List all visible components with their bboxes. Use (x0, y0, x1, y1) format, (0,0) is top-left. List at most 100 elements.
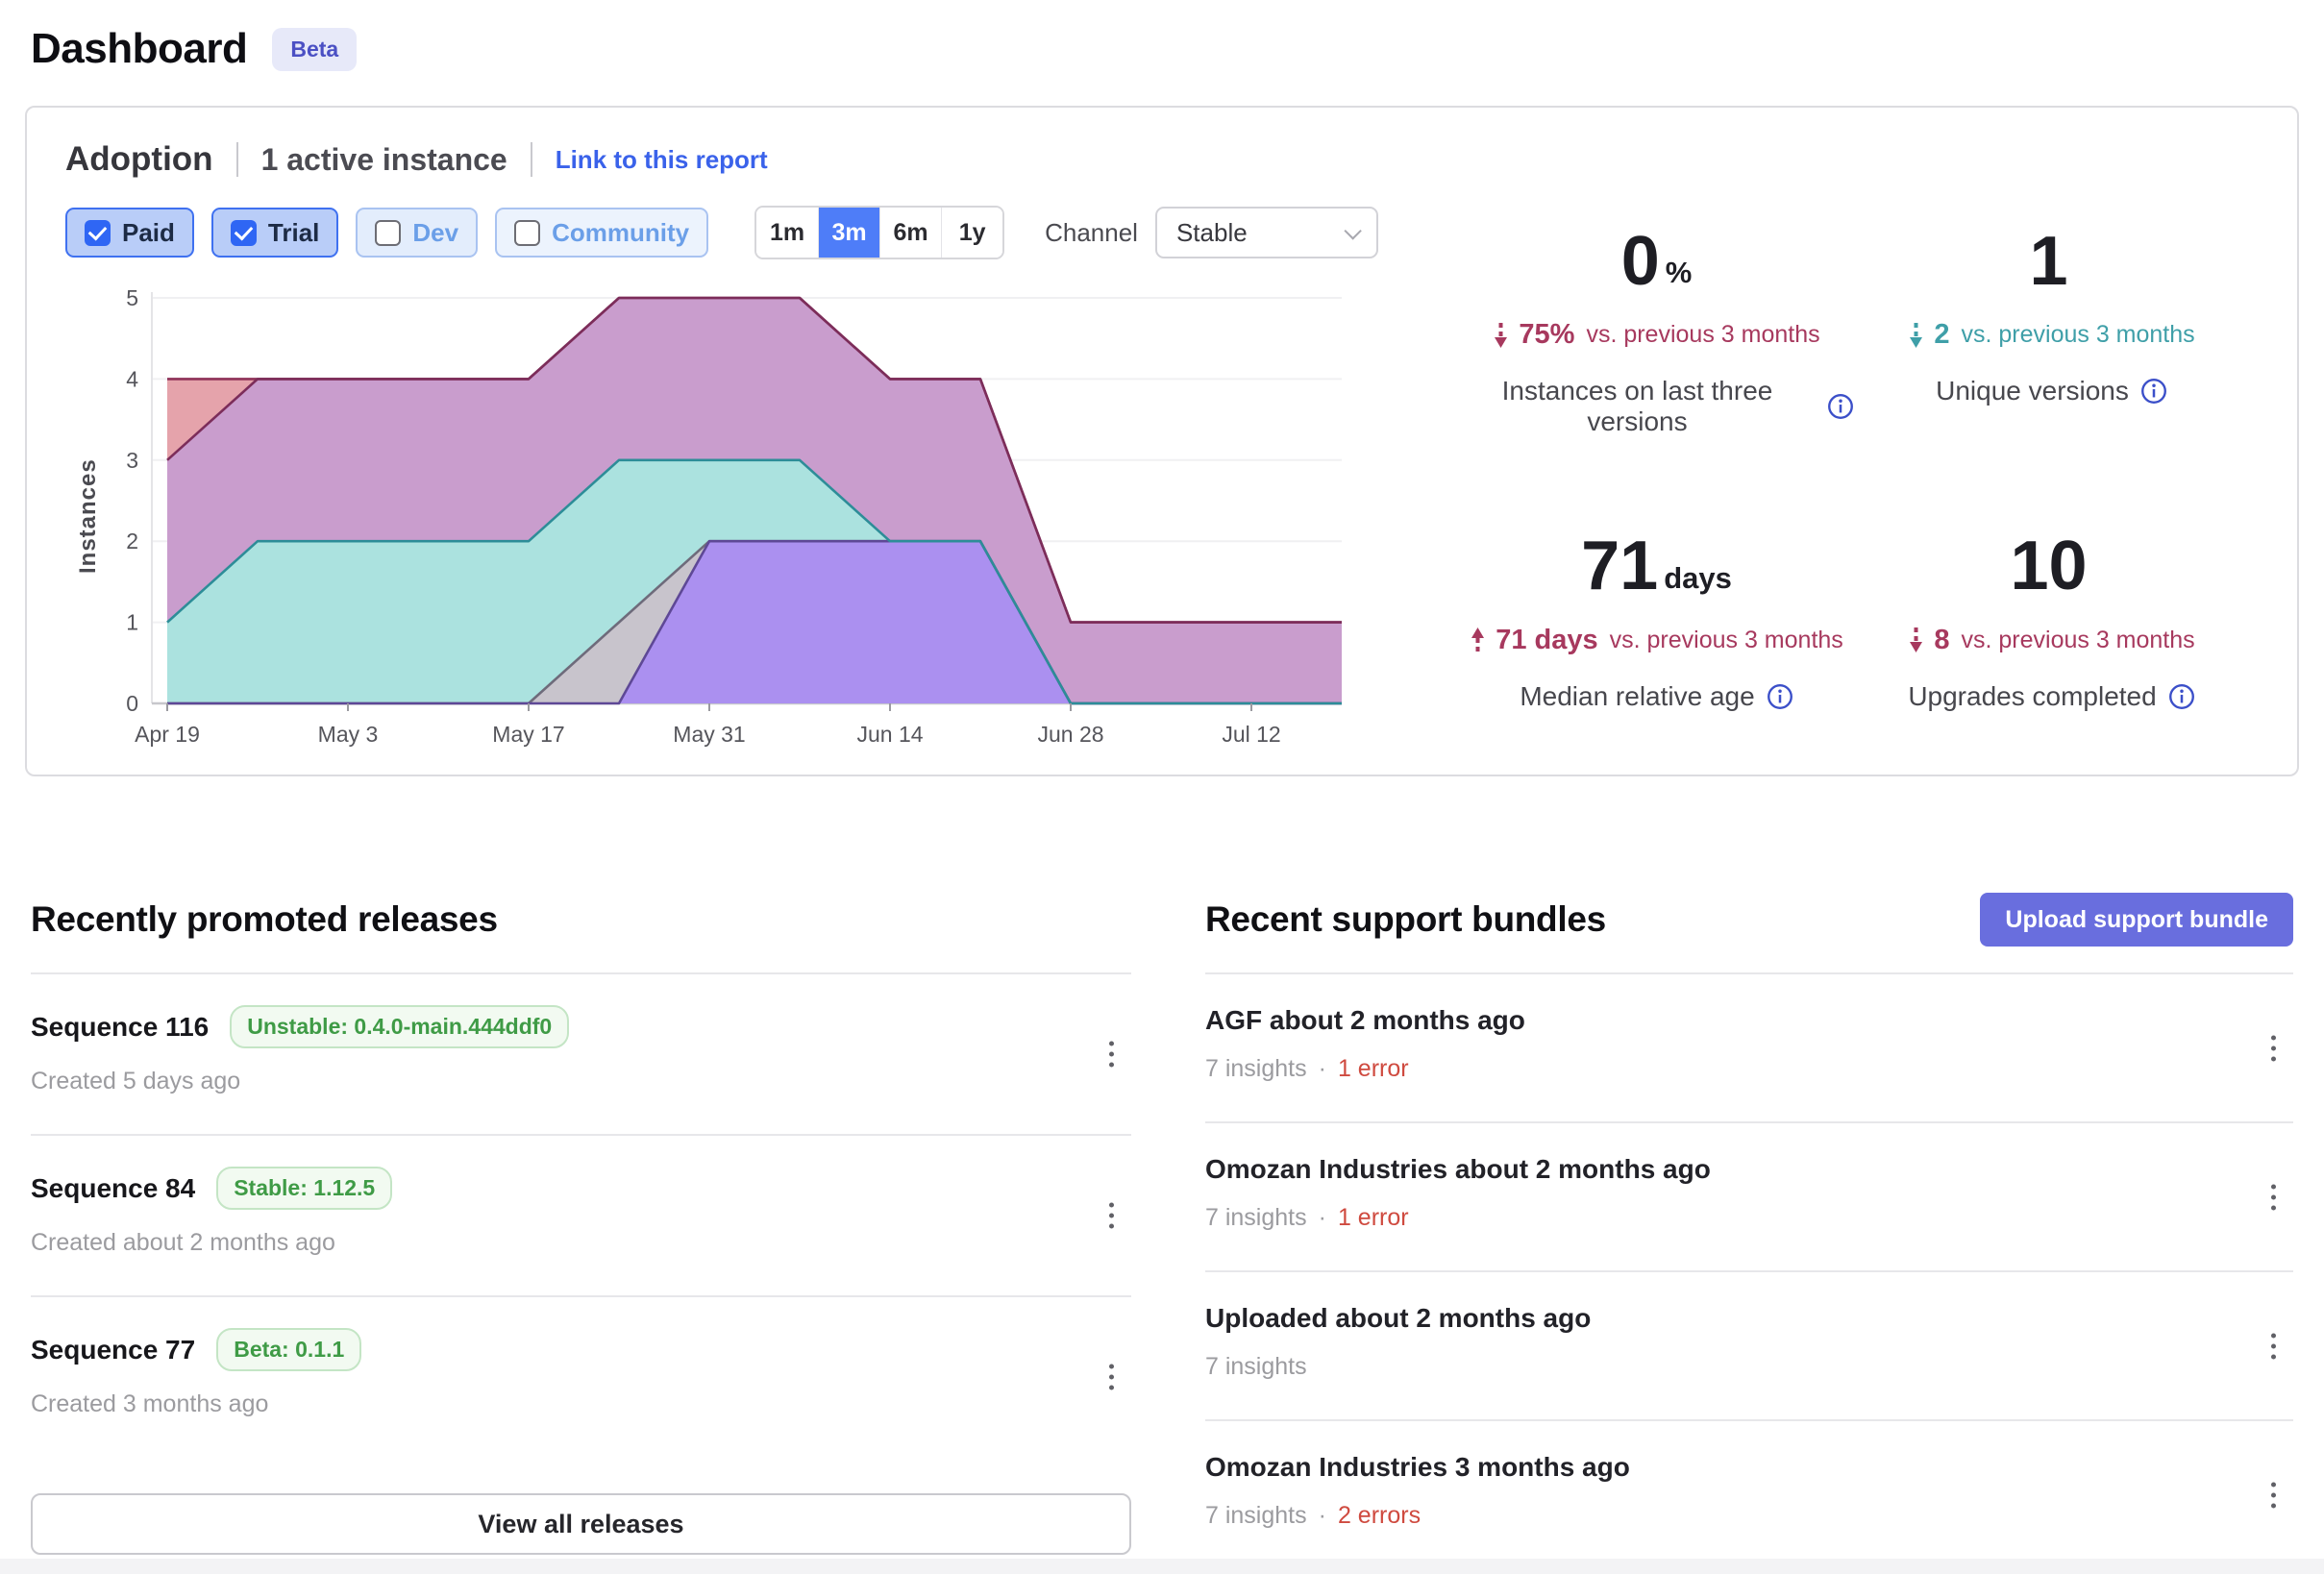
range-3m-button[interactable]: 3m (818, 208, 879, 258)
chart-row: Instances 012345Apr 19May 3May 17May 31J… (65, 283, 1430, 750)
bundle-title: Omozan Industries 3 months ago (1205, 1452, 1630, 1483)
release-row: Sequence 77 Beta: 0.1.1 Created 3 months… (31, 1297, 1131, 1457)
kebab-menu-icon[interactable] (1101, 1357, 1122, 1398)
adoption-card: Adoption 1 active instance Link to this … (25, 106, 2299, 776)
stat-delta-suffix: vs. previous 3 months (1610, 627, 1843, 654)
adoption-title: Adoption (65, 140, 213, 179)
release-channel-badge: Unstable: 0.4.0-main.444ddf0 (230, 1005, 569, 1048)
bundle-errors: 1 error (1338, 1204, 1409, 1232)
bundle-row: Uploaded about 2 months ago 7 insights (1205, 1272, 2293, 1421)
svg-text:5: 5 (126, 285, 138, 310)
arrow-down-dashed-icon (1908, 321, 1924, 350)
bundle-row: AGF about 2 months ago 7 insights · 1 er… (1205, 974, 2293, 1123)
stat-unit: days (1664, 561, 1732, 600)
svg-text:May 17: May 17 (492, 722, 564, 747)
info-icon[interactable] (2168, 683, 2195, 710)
bundle-errors: 2 errors (1338, 1502, 1421, 1530)
release-created: Created 3 months ago (31, 1390, 268, 1418)
releases-section: Recently promoted releases Sequence 116 … (31, 880, 1131, 1568)
filter-trial-checkbox[interactable]: Trial (211, 208, 338, 258)
filter-community-label: Community (552, 218, 689, 248)
stat-delta-suffix: vs. previous 3 months (1961, 321, 2194, 349)
divider (531, 142, 532, 177)
stat-value: 71 (1581, 533, 1658, 599)
adoption-card-body: Paid Trial Dev Community (65, 179, 2259, 750)
upload-support-bundle-button[interactable]: Upload support bundle (1980, 893, 2293, 947)
info-icon[interactable] (1767, 683, 1793, 710)
release-row: Sequence 84 Stable: 1.12.5 Created about… (31, 1136, 1131, 1297)
next-section-edge (0, 1559, 2324, 1574)
bundle-insights: 7 insights (1205, 1502, 1307, 1530)
chart-column: Paid Trial Dev Community (65, 179, 1430, 750)
time-range-selector: 1m 3m 6m 1y (754, 206, 1004, 259)
channel-select[interactable]: Stable (1155, 207, 1378, 258)
link-to-report[interactable]: Link to this report (556, 145, 768, 175)
beta-badge: Beta (272, 28, 357, 71)
range-6m-button[interactable]: 6m (879, 208, 941, 258)
svg-text:Jun 28: Jun 28 (1037, 722, 1103, 747)
filters-row: Paid Trial Dev Community (65, 206, 1430, 259)
release-title: Sequence 84 (31, 1173, 195, 1204)
bundles-heading: Recent support bundles (1205, 899, 1606, 940)
support-bundles-section: Recent support bundles Upload support bu… (1205, 880, 2293, 1568)
filter-dev-label: Dev (412, 218, 458, 248)
stat-instances-last-three-versions: 0 % 75% vs. previous 3 months Instances … (1459, 229, 1854, 437)
arrow-up-dashed-icon (1470, 626, 1486, 654)
bundle-insights: 7 insights (1205, 1353, 1307, 1381)
kebab-menu-icon[interactable] (1101, 1195, 1122, 1237)
stat-delta-suffix: vs. previous 3 months (1961, 627, 2194, 654)
range-1m-button[interactable]: 1m (756, 208, 818, 258)
info-icon[interactable] (1827, 393, 1854, 420)
info-icon[interactable] (2140, 378, 2167, 405)
kebab-menu-icon[interactable] (1101, 1034, 1122, 1075)
y-axis-title: Instances (65, 314, 111, 718)
channel-label: Channel (1045, 218, 1138, 248)
filter-paid-checkbox[interactable]: Paid (65, 208, 194, 258)
checkbox-unchecked-icon (514, 220, 540, 246)
kebab-menu-icon[interactable] (2263, 1027, 2284, 1069)
bundle-insights: 7 insights (1205, 1204, 1307, 1232)
bundle-title: Uploaded about 2 months ago (1205, 1303, 1591, 1334)
releases-heading: Recently promoted releases (31, 899, 498, 940)
svg-text:May 3: May 3 (318, 722, 379, 747)
release-created: Created 5 days ago (31, 1068, 240, 1095)
stat-delta-suffix: vs. previous 3 months (1586, 321, 1819, 349)
kebab-menu-icon[interactable] (2263, 1325, 2284, 1366)
divider (236, 142, 238, 177)
kebab-menu-icon[interactable] (2263, 1176, 2284, 1217)
bundle-title: Omozan Industries about 2 months ago (1205, 1154, 1711, 1185)
svg-text:May 31: May 31 (673, 722, 745, 747)
stat-unique-versions: 1 2 vs. previous 3 months Unique version… (1854, 229, 2249, 437)
checkbox-checked-icon (85, 220, 111, 246)
adoption-card-header: Adoption 1 active instance Link to this … (65, 140, 2259, 179)
range-1y-button[interactable]: 1y (941, 208, 1002, 258)
release-title: Sequence 116 (31, 1012, 209, 1043)
stat-delta-value: 71 days (1496, 625, 1597, 656)
separator-dot: · (1319, 1055, 1326, 1083)
active-instances-count: 1 active instance (261, 142, 507, 178)
stat-value: 1 (2029, 229, 2067, 294)
stat-delta-value: 2 (1934, 319, 1949, 351)
filter-dev-checkbox[interactable]: Dev (356, 208, 478, 258)
stat-label: Unique versions (1936, 376, 2129, 406)
release-row: Sequence 116 Unstable: 0.4.0-main.444ddf… (31, 974, 1131, 1136)
kebab-menu-icon[interactable] (2263, 1474, 2284, 1515)
bottom-sections: Recently promoted releases Sequence 116 … (25, 880, 2299, 1568)
separator-dot: · (1319, 1502, 1326, 1530)
stat-label: Instances on last three versions (1459, 376, 1816, 437)
filter-community-checkbox[interactable]: Community (495, 208, 708, 258)
svg-text:Jun 14: Jun 14 (856, 722, 923, 747)
channel-selected-value: Stable (1176, 218, 1248, 248)
svg-text:3: 3 (126, 448, 138, 473)
release-created: Created about 2 months ago (31, 1229, 335, 1257)
view-all-releases-button[interactable]: View all releases (31, 1493, 1131, 1555)
checkbox-unchecked-icon (375, 220, 401, 246)
stats-grid: 0 % 75% vs. previous 3 months Instances … (1430, 179, 2259, 750)
filter-trial-label: Trial (268, 218, 319, 248)
dashboard-page: Dashboard Beta Adoption 1 active instanc… (0, 0, 2324, 1568)
svg-text:0: 0 (126, 691, 138, 716)
bundle-insights: 7 insights (1205, 1055, 1307, 1083)
stat-label: Upgrades completed (1908, 681, 2156, 712)
chevron-down-icon (1344, 222, 1361, 239)
page-title: Dashboard (31, 25, 247, 73)
